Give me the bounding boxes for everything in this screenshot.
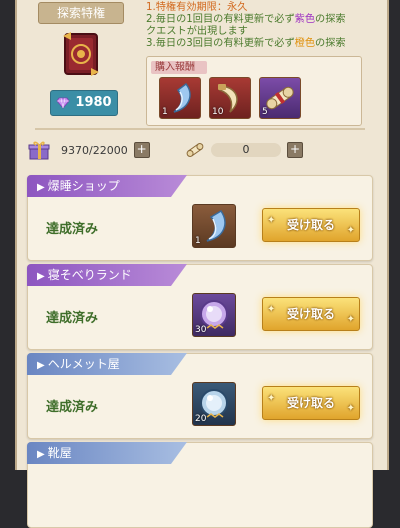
shop-header: ▶ 爆睡ショップ	[27, 175, 187, 197]
price-value: 1980	[75, 95, 112, 110]
shop-card: ▶ 寝そべりランド 達成済み 30 ✦ ✦ 受け取る	[27, 264, 373, 350]
sparkle-icon: ✦	[346, 403, 355, 414]
rewards-title: 購入報酬	[151, 61, 207, 74]
reward-count: 5	[262, 107, 268, 117]
description-segment: の探索	[315, 38, 346, 49]
sparkle-icon: ✦	[346, 225, 355, 236]
claim-button[interactable]: ✦ ✦ 受け取る	[262, 386, 360, 420]
privilege-description: 1.特権有効期限：永久 2.毎日の1回目の有料更新で必ず紫色の探索 クエストが出現し…	[146, 2, 382, 50]
price-button[interactable]: 1980	[50, 90, 118, 116]
shop-reward-item[interactable]: 1	[192, 204, 236, 248]
shop-card: ▶ ヘルメット屋 達成済み 20 ✦ ✦ 受け取る	[27, 353, 373, 439]
description-line: 2.毎日の1回目の有料更新で必ず紫色の探索	[146, 14, 382, 26]
reward-count: 30	[195, 325, 207, 335]
shop-header: ▶ ヘルメット屋	[27, 353, 187, 375]
shop-name: 寝そべりランド	[47, 268, 132, 282]
reward-item-scroll[interactable]: 5	[259, 77, 301, 119]
status-text: 達成済み	[46, 222, 99, 237]
add-scroll-button[interactable]: +	[287, 142, 303, 158]
reward-count: 1	[195, 236, 201, 246]
description-segment: 2.毎日の1回目の有料更新で必ず	[146, 14, 295, 25]
status-text: 達成済み	[46, 400, 99, 415]
diamond-icon	[56, 97, 70, 109]
description-line: クエストが出現します	[146, 26, 382, 38]
description-segment: 特権有効期限：永久	[155, 2, 248, 13]
claim-label: 受け取る	[286, 218, 335, 232]
description-segment: 1.	[146, 2, 156, 13]
divider	[35, 128, 365, 130]
purchase-rewards-box: 購入報酬 1 10 5	[146, 56, 362, 126]
gift-box-icon	[28, 141, 50, 160]
scroll-count-field: 0	[211, 143, 281, 157]
description-segment: 橙色	[294, 38, 316, 49]
shop-card: ▶ 爆睡ショップ 達成済み 1 ✦ ✦ 受け取る	[27, 175, 373, 261]
sparkle-icon: ✦	[267, 215, 276, 226]
shop-name: ヘルメット屋	[47, 357, 120, 371]
add-progress-button[interactable]: +	[133, 142, 150, 158]
shop-name: 爆睡ショップ	[47, 179, 120, 193]
scroll-value: 0	[242, 143, 250, 156]
scroll-icon	[186, 143, 204, 157]
shop-header: ▶ 寝そべりランド	[27, 264, 187, 286]
arrow-icon: ▶	[37, 182, 45, 193]
reward-count: 10	[212, 107, 224, 117]
description-segment: 3.毎日の3回目の有料更新で必ず	[146, 38, 295, 49]
shop-header: ▶ 靴屋	[27, 442, 187, 464]
status-text: 達成済み	[46, 311, 99, 326]
scroll-stat: 0 +	[185, 140, 303, 160]
arrow-icon: ▶	[37, 360, 45, 371]
description-segment: クエストが出現します	[146, 26, 248, 37]
reward-count: 20	[195, 414, 207, 424]
claim-button[interactable]: ✦ ✦ 受け取る	[262, 208, 360, 242]
claim-label: 受け取る	[286, 396, 335, 410]
sparkle-icon: ✦	[267, 304, 276, 315]
progress-value: 9370/22000	[61, 143, 128, 157]
arrow-icon: ▶	[37, 449, 45, 460]
arrow-icon: ▶	[37, 271, 45, 282]
shop-reward-item[interactable]: 30	[192, 293, 236, 337]
reward-item-fang[interactable]: 10	[209, 77, 251, 119]
sparkle-icon: ✦	[267, 393, 276, 404]
shop-card: ▶ 靴屋	[27, 442, 373, 528]
shop-name: 靴屋	[47, 446, 72, 460]
progress-stat: 9370/22000 +	[27, 140, 150, 160]
reward-item-claw[interactable]: 1	[159, 77, 201, 119]
description-segment: の探索	[315, 14, 346, 25]
claim-label: 受け取る	[286, 307, 335, 321]
privilege-tag: 探索特権	[38, 2, 124, 24]
magic-book-icon	[63, 32, 99, 76]
claim-button[interactable]: ✦ ✦ 受け取る	[262, 297, 360, 331]
description-line: 1.特権有効期限：永久	[146, 2, 382, 14]
sparkle-icon: ✦	[346, 314, 355, 325]
reward-count: 1	[162, 107, 168, 117]
description-line: 3.毎日の3回目の有料更新で必ず橙色の探索	[146, 38, 382, 50]
shop-reward-item[interactable]: 20	[192, 382, 236, 426]
description-segment: 紫色	[294, 14, 316, 25]
